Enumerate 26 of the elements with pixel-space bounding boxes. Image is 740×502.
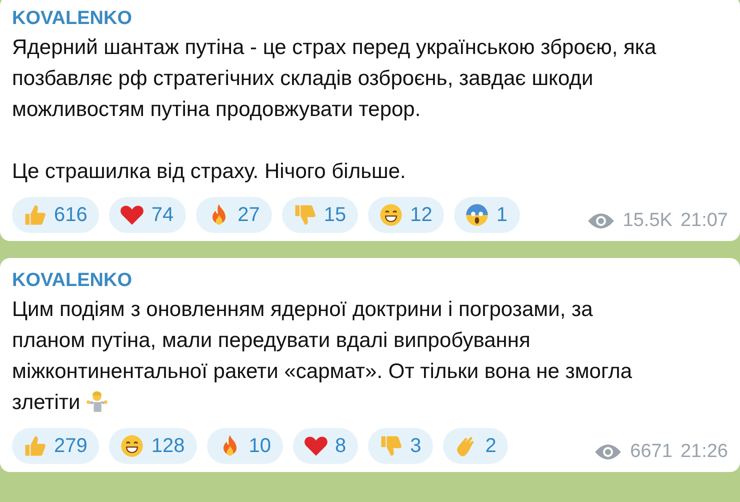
view-count: 15.5K: [622, 210, 672, 232]
reaction-button[interactable]: 10: [206, 428, 283, 464]
reaction-button[interactable]: 12: [368, 197, 444, 233]
reaction-button[interactable]: 27: [196, 197, 272, 233]
grinning-face-icon: [119, 433, 146, 459]
message-text: Ядерний шантаж путіна - це страх перед українською зброєю, яка позбавляє рф стратегічних складів озброєнь, завдає шкоди можливостям путіна продовжувати терор.: [12, 35, 658, 123]
message-text: Цим подіям з оновленням ядерної доктрини і погрозами, за планом путіна, мали передувати вдалі випробування міжконтинентальної ракети «сармат». От тільки вона не змогла злетіти: [12, 297, 634, 416]
eye-icon: [586, 212, 615, 230]
message-text: Це страшилка від страху. Нічого більше.: [12, 159, 407, 185]
message-time: 21:07: [680, 210, 728, 232]
eye-icon: [594, 443, 622, 461]
reaction-button[interactable]: 279: [12, 428, 100, 464]
grinning-face-icon: [378, 202, 404, 228]
reaction-button[interactable]: 1: [454, 197, 520, 233]
message-time: 21:26: [680, 441, 728, 463]
reaction-button[interactable]: 128: [109, 428, 197, 464]
channel-name[interactable]: KOVALENKO: [12, 6, 132, 32]
reaction-button[interactable]: 8: [293, 428, 358, 464]
channel-name[interactable]: KOVALENKO: [12, 268, 132, 294]
view-count: 6671: [630, 441, 672, 463]
reaction-button[interactable]: 616: [12, 197, 100, 233]
reaction-button[interactable]: 74: [109, 197, 186, 233]
reaction-button[interactable]: 3: [368, 428, 434, 464]
reaction-button[interactable]: 2: [443, 428, 508, 464]
reaction-button[interactable]: 15: [282, 197, 358, 233]
screaming-face-icon: [464, 202, 490, 228]
